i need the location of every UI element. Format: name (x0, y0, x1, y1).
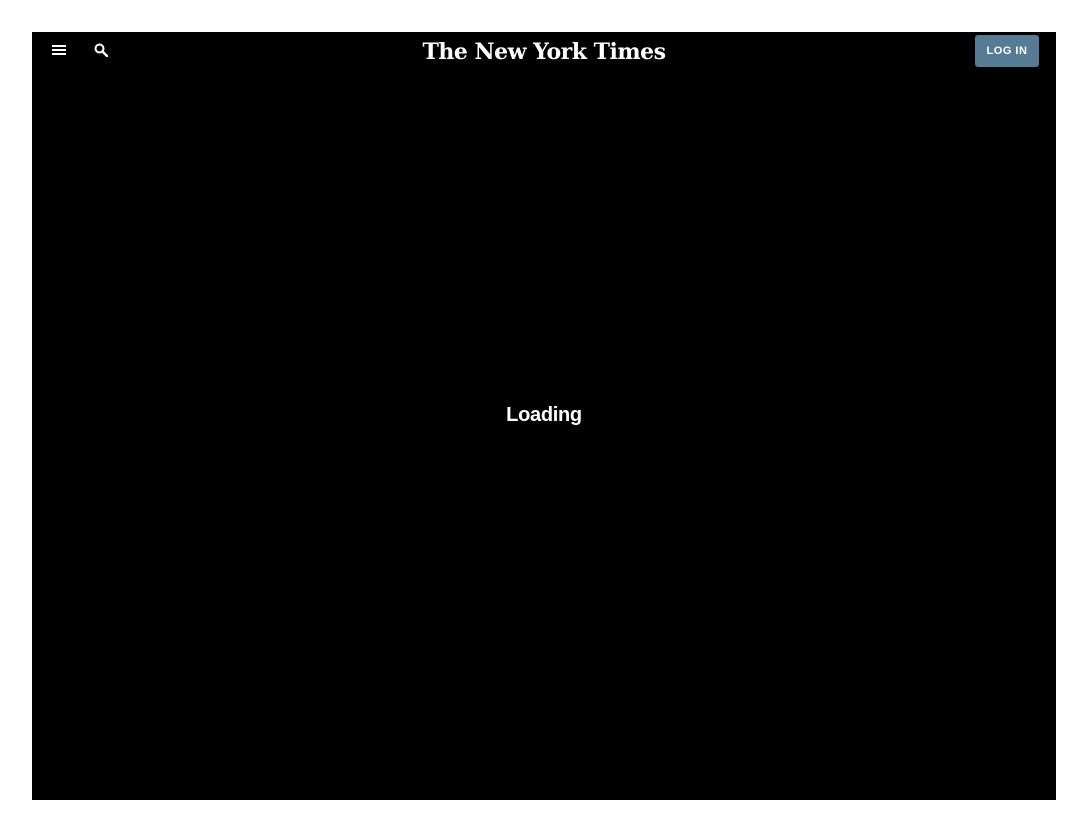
loading-text: Loading (506, 404, 582, 426)
login-button[interactable]: LOG IN (975, 35, 1039, 67)
nyt-logo[interactable]: The New York Times (32, 36, 1056, 68)
top-header: The New York Times LOG IN (32, 32, 1056, 72)
app-viewport: The New York Times LOG IN Loading (32, 32, 1056, 800)
